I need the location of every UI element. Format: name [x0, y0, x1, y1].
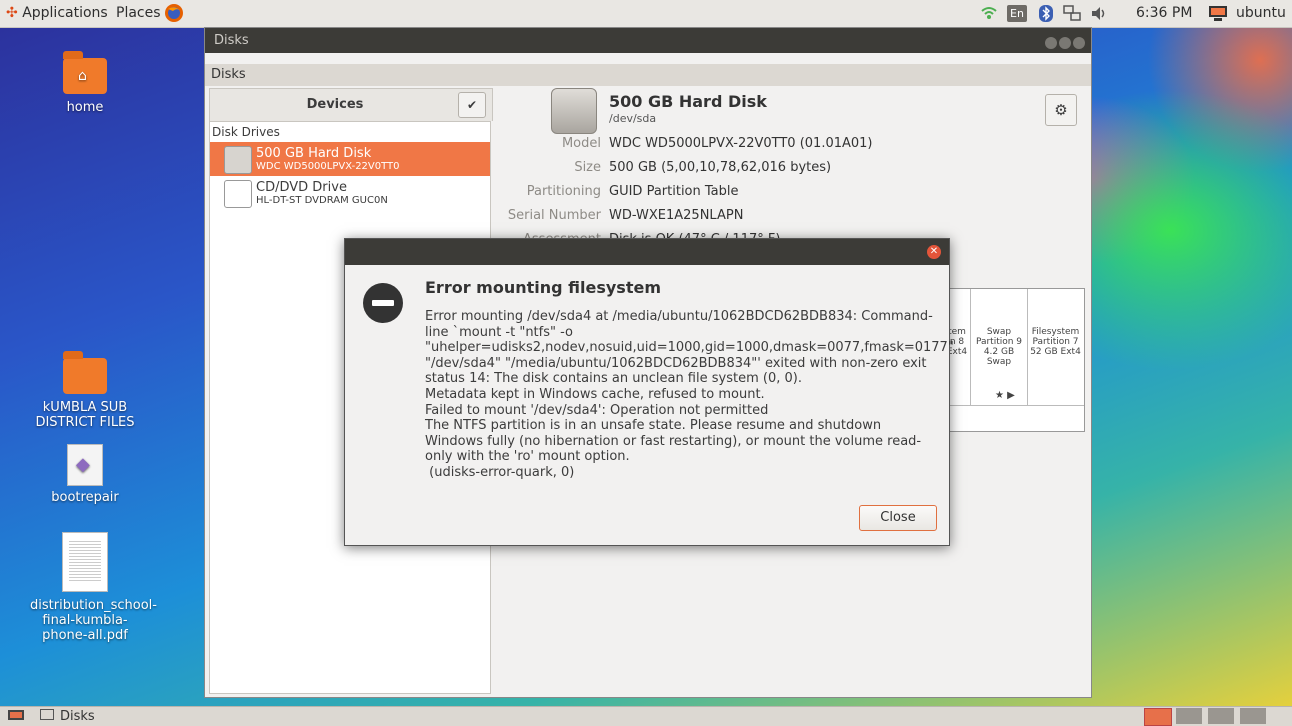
window-icon	[40, 709, 54, 720]
hard-disk-large-icon	[551, 88, 597, 134]
desktop-icon-distribution-pdf[interactable]: distribution_school-final-kumbla-phone-a…	[30, 532, 157, 643]
devices-title: Devices	[306, 97, 364, 112]
desktop-icon-label: home	[66, 100, 104, 115]
dialog-titlebar[interactable]: ✕	[345, 239, 949, 265]
error-dialog: ✕ Error mounting filesystem Error mounti…	[344, 238, 954, 546]
volume-type: Swap	[986, 327, 1012, 337]
devices-header: Devices ✔	[209, 88, 493, 121]
workspace-4[interactable]	[1240, 708, 1266, 724]
window-titlebar[interactable]: Disks	[205, 28, 1091, 53]
device-model: HL-DT-ST DVDRAM GUC0N	[256, 195, 388, 206]
places-menu[interactable]: Places	[116, 5, 161, 21]
desktop-icon-bootrepair[interactable]: ◆ bootrepair	[30, 444, 140, 505]
error-icon	[363, 283, 403, 323]
workspace-3[interactable]	[1208, 708, 1234, 724]
prop-key: Partitioning	[526, 184, 601, 199]
prop-key: Serial Number	[507, 208, 601, 223]
window-title: Disks	[214, 33, 249, 48]
prop-key: Size	[574, 160, 601, 175]
device-model: WDC WD5000LPVX-22V0TT0	[256, 161, 400, 172]
device-item-hard-disk[interactable]: 500 GB Hard Disk WDC WD5000LPVX-22V0TT0	[210, 142, 490, 176]
desktop-icon-label: kUMBLA SUB DISTRICT FILES	[35, 400, 135, 430]
user-menu[interactable]: ubuntu	[1236, 5, 1286, 21]
top-panel: ✣ Applications Places En 6:36 PM ubuntu	[0, 0, 1292, 28]
volume-size: 52 GB Ext4	[1030, 347, 1081, 357]
ubuntu-apps-icon: ✣	[6, 5, 18, 21]
firefox-icon[interactable]	[164, 3, 184, 27]
bottom-panel: Disks	[0, 706, 1292, 726]
select-check-button[interactable]: ✔	[458, 92, 486, 118]
desktop-icon-label: bootrepair	[51, 490, 119, 505]
show-desktop-icon[interactable]	[8, 709, 24, 726]
applications-menu[interactable]: ✣ Applications	[6, 5, 108, 21]
window-minimize-button[interactable]	[1045, 37, 1057, 49]
window-controls	[1043, 33, 1085, 58]
network-manager-icon[interactable]	[1063, 5, 1081, 23]
window-close-button[interactable]	[1073, 37, 1085, 49]
keyboard-layout-indicator[interactable]: En	[1007, 5, 1027, 22]
disk-title: 500 GB Hard Disk	[609, 92, 767, 111]
volume-partition: Partition 7	[1032, 337, 1079, 347]
star-play-icons: ★ ▶	[995, 390, 1015, 401]
prop-key: Model	[561, 136, 601, 151]
window-maximize-button[interactable]	[1059, 37, 1071, 49]
computer-session-icon[interactable]	[1208, 5, 1228, 23]
wifi-icon[interactable]	[980, 4, 998, 22]
prop-value: GUID Partition Table	[609, 184, 739, 199]
device-name: 500 GB Hard Disk	[256, 146, 372, 161]
script-file-icon: ◆	[67, 444, 103, 486]
close-button[interactable]: Close	[859, 505, 937, 531]
workspace-2[interactable]	[1176, 708, 1202, 724]
volume-divider	[944, 405, 1084, 406]
device-name: CD/DVD Drive	[256, 180, 347, 195]
workspace-1[interactable]	[1144, 708, 1172, 726]
desktop-icon-kumbla-folder[interactable]: kUMBLA SUB DISTRICT FILES	[30, 351, 140, 430]
prop-value: WDC WD5000LPVX-22V0TT0 (01.01A01)	[609, 136, 873, 151]
dialog-message: Error mounting /dev/sda4 at /media/ubunt…	[425, 309, 954, 480]
folder-icon	[63, 351, 107, 394]
taskbar-item-label: Disks	[60, 709, 95, 724]
volume-icon[interactable]	[1090, 5, 1108, 23]
pdf-file-icon	[62, 532, 108, 592]
applications-label: Applications	[22, 5, 108, 21]
disk-device-path: /dev/sda	[609, 112, 657, 125]
clock[interactable]: 6:36 PM	[1136, 5, 1192, 21]
volumes-graph: tem n 8 Ext4 Swap Partition 9 4.2 GB Swa…	[943, 288, 1085, 432]
optical-drive-icon	[224, 180, 252, 208]
dialog-heading: Error mounting filesystem	[425, 278, 661, 297]
volume-partition-9[interactable]: Swap Partition 9 4.2 GB Swap ★ ▶	[971, 289, 1028, 405]
volume-type: Filesystem	[1031, 327, 1080, 337]
dialog-close-icon[interactable]: ✕	[927, 245, 941, 259]
volume-partition: Partition 9	[975, 337, 1023, 347]
prop-value: 500 GB (5,00,10,78,62,016 bytes)	[609, 160, 832, 175]
disk-drives-section: Disk Drives	[212, 125, 280, 139]
desktop-icon-home[interactable]: ⌂ home	[30, 51, 140, 115]
app-menu[interactable]: Disks	[205, 64, 1091, 86]
gear-icon: ⚙	[1054, 101, 1068, 119]
taskbar-item-disks[interactable]: Disks	[40, 708, 95, 725]
volume-partition-7[interactable]: Filesystem Partition 7 52 GB Ext4	[1028, 289, 1083, 405]
hard-disk-icon	[224, 146, 252, 174]
prop-value: WD-WXE1A25NLAPN	[609, 208, 744, 223]
checkmark-icon: ✔	[466, 98, 478, 112]
drive-options-button[interactable]: ⚙	[1045, 94, 1077, 126]
bluetooth-icon[interactable]	[1039, 5, 1053, 23]
device-item-cd-dvd[interactable]: CD/DVD Drive HL-DT-ST DVDRAM GUC0N	[210, 176, 490, 210]
desktop-icon-label: distribution_school-final-kumbla-phone-a…	[30, 598, 157, 643]
home-folder-icon: ⌂	[63, 51, 107, 94]
volume-size: 4.2 GB Swap	[983, 347, 1015, 367]
